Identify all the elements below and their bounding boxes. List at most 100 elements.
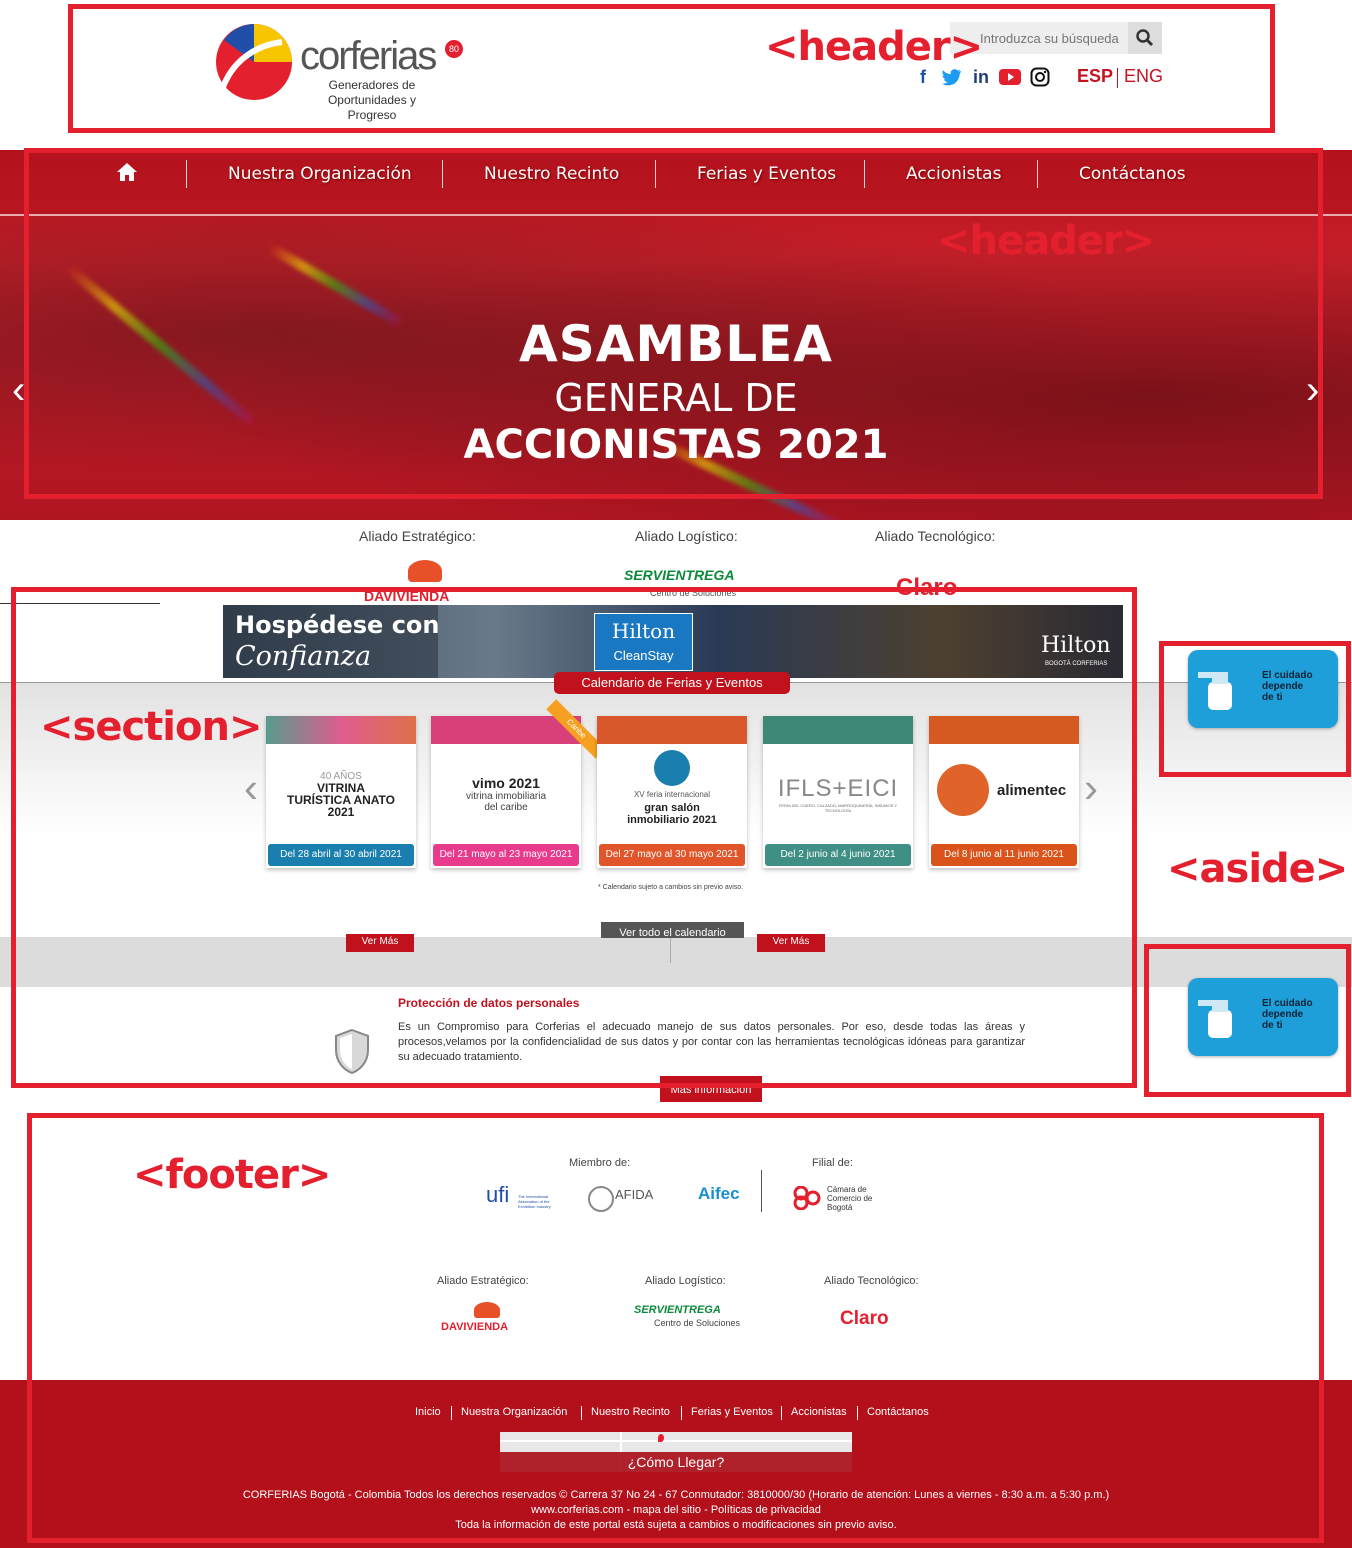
nav-item-ferias[interactable]: Ferias y Eventos — [697, 164, 836, 184]
aside-text-line: El cuidado — [1262, 998, 1313, 1009]
aside-text-line: de ti — [1262, 1020, 1283, 1031]
aside-banner-care[interactable]: El cuidado depende de ti — [1188, 978, 1338, 1056]
tagline-line-1: Generadores de — [328, 78, 416, 92]
aside-banner-text: El cuidado depende de ti — [1262, 998, 1313, 1031]
event-date: Del 21 mayo al 23 mayo 2021 — [433, 844, 579, 866]
youtube-icon[interactable] — [999, 66, 1021, 88]
annotation-label-aside: <aside> — [1167, 846, 1348, 892]
cleanstay-badge: Hilton CleanStay — [594, 613, 693, 671]
claro-logo[interactable]: Claro — [896, 574, 957, 602]
how-to-get-map[interactable]: ¿Cómo Llegar? — [500, 1432, 852, 1472]
event-card[interactable]: 40 AÑOS VITRINA TURÍSTICA ANATO 2021 Del… — [266, 716, 416, 868]
footer-legal-1: CORFERIAS Bogotá - Colombia Todos los de… — [242, 1489, 1110, 1501]
anniversary-badge: 80 — [445, 40, 463, 58]
instagram-icon[interactable] — [1029, 66, 1051, 88]
next-slide-arrow-icon[interactable]: › — [1306, 368, 1319, 413]
ufi-logo[interactable]: ufi — [486, 1182, 509, 1208]
footer-legal-2[interactable]: www.corferias.com - mapa del sitio - Pol… — [0, 1504, 1352, 1516]
ally-logistic-label: Aliado Logístico: — [645, 1275, 726, 1287]
aside-banner-care[interactable]: El cuidado depende de ti — [1188, 650, 1338, 728]
footer-link-inicio[interactable]: Inicio — [415, 1406, 441, 1418]
home-icon[interactable] — [116, 162, 138, 187]
event-logo: IFLS+EICI FERIA DEL CUERO, CALZADO, MARR… — [763, 750, 913, 838]
cleanstay-badge-sub: CleanStay — [613, 648, 674, 663]
afida-logo-icon — [588, 1186, 614, 1212]
lang-eng-link[interactable]: ENG — [1124, 66, 1163, 87]
event-card[interactable]: Caribe vimo 2021 vitrina inmobiliaria de… — [431, 699, 606, 868]
footer-divider — [781, 1406, 782, 1420]
calendar-note: * Calendario sujeto a cambios sin previo… — [598, 884, 744, 891]
event-sub: FERIA DEL CUERO, CALZADO, MARROQUINERÍA,… — [778, 803, 898, 813]
hilton-banner[interactable]: Hospédese con Confianza Hilton CleanStay… — [223, 605, 1123, 678]
map-label[interactable]: ¿Cómo Llegar? — [500, 1452, 852, 1472]
event-name: IFLS+EICI — [777, 775, 899, 802]
nav-divider — [442, 160, 443, 188]
event-date: Del 8 junio al 11 junio 2021 — [931, 844, 1077, 866]
gray-strip — [0, 937, 1352, 987]
camara-comercio-icon — [792, 1185, 822, 1211]
nav-item-contactanos[interactable]: Contáctanos — [1079, 164, 1186, 184]
view-all-calendar-button[interactable]: Ver todo el calendario — [601, 922, 744, 938]
event-name: VITRINA TURÍSTICA ANATO 2021 — [287, 780, 395, 819]
hilton-brand: Hilton — [1041, 633, 1111, 658]
brand-name: corferias — [300, 34, 437, 78]
search-button[interactable] — [1128, 22, 1162, 54]
shield-icon — [334, 1028, 370, 1079]
servientrega-sub: Centro de Soluciones — [650, 588, 737, 598]
footer-link-ferias[interactable]: Ferias y Eventos — [691, 1406, 773, 1418]
building-icon — [654, 750, 690, 786]
cleanstay-badge-title: Hilton — [611, 619, 676, 643]
servientrega-logo[interactable]: SERVIENTREGA — [624, 567, 734, 583]
footer-link-contactanos[interactable]: Contáctanos — [867, 1406, 929, 1418]
footer-link-organizacion[interactable]: Nuestra Organización — [461, 1406, 567, 1418]
nav-item-accionistas[interactable]: Accionistas — [906, 164, 1001, 184]
nav-item-organizacion[interactable]: Nuestra Organización — [228, 164, 412, 184]
privacy-title: Protección de datos personales — [398, 996, 580, 1010]
footer-link-accionistas[interactable]: Accionistas — [791, 1406, 847, 1418]
nav-divider — [655, 160, 656, 188]
lang-esp-link[interactable]: ESP — [1077, 66, 1113, 87]
event-card-top — [266, 716, 416, 744]
calendar-next-icon[interactable]: › — [1084, 764, 1098, 812]
ver-mas-button[interactable]: Ver Más — [346, 934, 414, 952]
davivienda-logo[interactable]: DAVIVIENDA — [441, 1321, 508, 1333]
event-card-top — [929, 716, 1079, 744]
corferias-logo-icon[interactable] — [212, 20, 296, 104]
davivienda-logo-icon[interactable] — [408, 560, 442, 582]
event-logo: vimo 2021 vitrina inmobiliaria del carib… — [431, 750, 581, 838]
more-info-button[interactable]: Más información — [660, 1076, 762, 1102]
aifec-logo[interactable]: Aifec — [676, 1184, 740, 1204]
calendar-prev-icon[interactable]: ‹ — [244, 764, 258, 812]
ally-tech-label: Aliado Tecnológico: — [875, 528, 996, 544]
member-label: Miembro de: — [569, 1157, 631, 1169]
tagline-line-2: Oportunidades y Progreso — [327, 93, 417, 122]
prev-slide-arrow-icon[interactable]: ‹ — [12, 368, 25, 413]
annotation-label-header: <header> — [937, 218, 1155, 264]
banner-line-2: Confianza — [235, 641, 372, 672]
afida-logo[interactable]: AFIDA — [615, 1187, 653, 1202]
nav-divider — [1037, 160, 1038, 188]
camara-comercio-logo[interactable]: Cámara de Comercio de Bogotá — [827, 1185, 887, 1212]
footer-legal-3: Toda la información de este portal está … — [455, 1519, 897, 1531]
ver-mas-button[interactable]: Ver Más — [757, 934, 825, 952]
map-road — [500, 1440, 852, 1442]
annotation-label-footer: <footer> — [133, 1152, 331, 1198]
event-card[interactable]: XV feria internacional gran salón inmobi… — [597, 716, 747, 868]
davivienda-logo-text[interactable]: DAVIVIENDA — [364, 588, 449, 604]
event-card[interactable]: IFLS+EICI FERIA DEL CUERO, CALZADO, MARR… — [763, 716, 913, 868]
footer-divider — [857, 1406, 858, 1420]
servientrega-logo[interactable]: SERVIENTREGA — [634, 1304, 721, 1316]
aside-banner-text: El cuidado depende de ti — [1262, 670, 1313, 703]
event-date: Del 27 mayo al 30 mayo 2021 — [599, 844, 745, 866]
spray-bottle-icon — [1196, 664, 1246, 714]
nav-item-recinto[interactable]: Nuestro Recinto — [484, 164, 619, 184]
event-name: gran salón inmobiliario 2021 — [627, 802, 717, 826]
claro-logo[interactable]: Claro — [840, 1308, 889, 1330]
event-sub: vitrina inmobiliaria del caribe — [465, 791, 547, 813]
banner-line-1: Hospédese con — [235, 611, 440, 639]
footer-link-recinto[interactable]: Nuestro Recinto — [591, 1406, 670, 1418]
alimentec-logo-icon — [937, 764, 989, 816]
strip-divider — [670, 937, 671, 963]
event-card[interactable]: alimentec Del 8 junio al 11 junio 2021 — [929, 716, 1079, 868]
aside-text-line: depende — [1262, 681, 1304, 692]
